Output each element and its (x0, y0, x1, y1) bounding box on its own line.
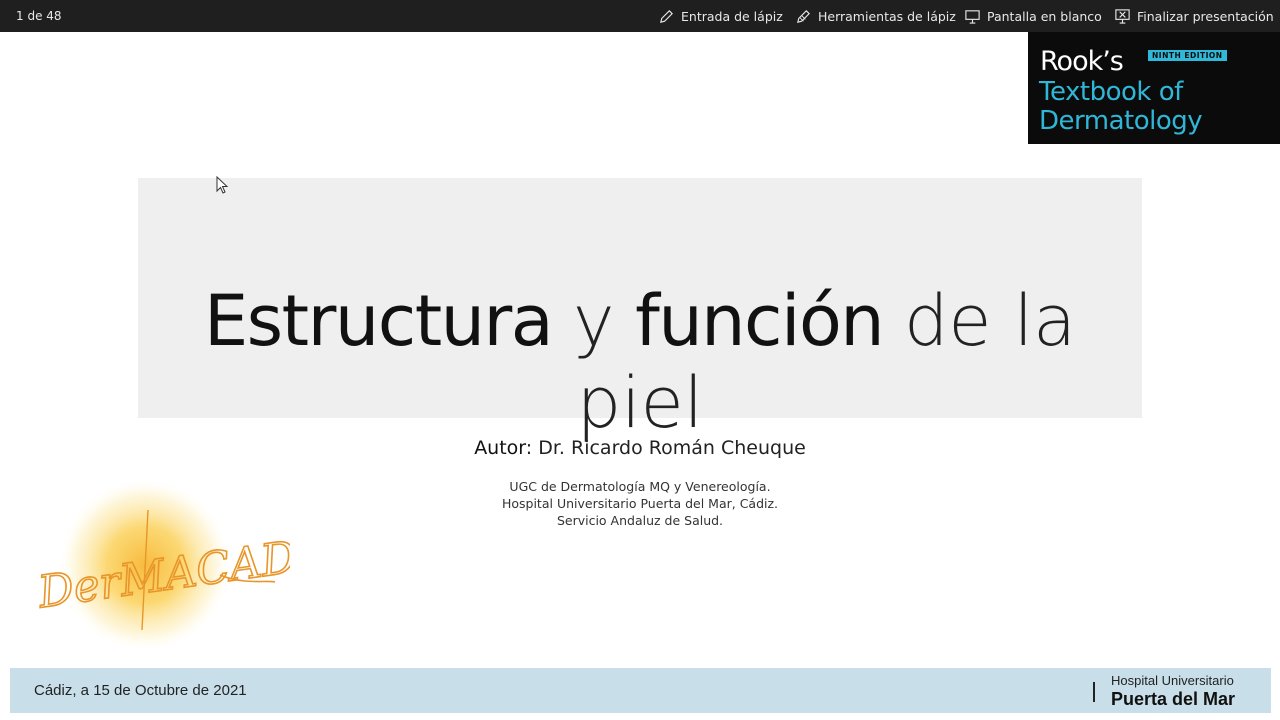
blank-screen-label: Pantalla en blanco (987, 8, 1102, 24)
pen-input-button[interactable]: Entrada de lápiz (658, 6, 783, 26)
blank-screen-icon (965, 9, 980, 24)
footer-divider (1093, 682, 1095, 702)
blank-screen-button[interactable]: Pantalla en blanco (964, 6, 1102, 26)
slide-title-band: Estructura y función de la piel (138, 178, 1142, 444)
title-word-1: Estructura (203, 280, 554, 362)
end-presentation-button[interactable]: Finalizar presentación (1114, 6, 1274, 26)
author-name: : Dr. Ricardo Román Cheuque (525, 437, 806, 459)
pen-input-label: Entrada de lápiz (681, 8, 783, 24)
title-word-2: y (572, 280, 615, 362)
hospital-name-line1: Hospital Universitario (1111, 673, 1234, 688)
dermacadiz-logo: DerMACADiz (33, 480, 290, 650)
slide-counter: 1 de 48 (16, 9, 62, 23)
end-presentation-icon (1115, 8, 1130, 24)
book-brand: Rook’s (1040, 46, 1124, 77)
author-label: Autor (474, 437, 526, 459)
hospital-name-line2: Puerta del Mar (1111, 689, 1236, 709)
end-presentation-label: Finalizar presentación (1137, 8, 1274, 24)
book-edition-badge: NINTH EDITION (1148, 50, 1227, 61)
pen-tools-label: Herramientas de lápiz (818, 8, 956, 24)
book-title-line1: Textbook of (1039, 77, 1183, 107)
pen-tools-icon (797, 9, 810, 23)
mouse-cursor-icon (216, 176, 229, 194)
slide-title: Estructura y función de la piel (138, 280, 1142, 444)
pen-tools-button[interactable]: Herramientas de lápiz (795, 6, 956, 26)
book-title-line2: Dermatology (1039, 106, 1203, 136)
author-line: Autor: Dr. Ricardo Román Cheuque (0, 437, 1280, 459)
presenter-toolbar: 1 de 48 Entrada de lápiz Herramientas de… (0, 0, 1280, 32)
pen-icon (660, 9, 673, 23)
footer-date: Cádiz, a 15 de Octubre de 2021 (34, 682, 247, 699)
slide-footer: Cádiz, a 15 de Octubre de 2021 Hospital … (10, 668, 1271, 713)
book-title: Textbook of Dermatology (1039, 77, 1203, 136)
book-cover-image: Rook’s NINTH EDITION Textbook of Dermato… (1028, 32, 1280, 144)
title-word-3: función (635, 280, 885, 362)
